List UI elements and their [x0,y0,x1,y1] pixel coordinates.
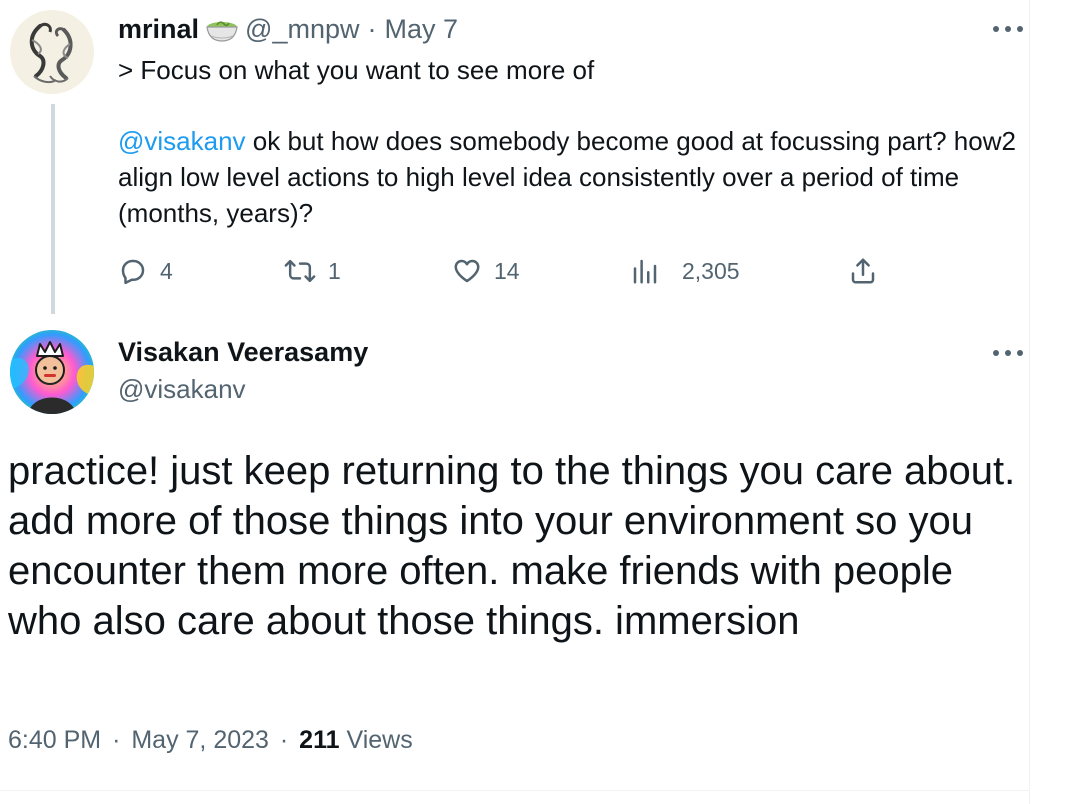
share-icon [851,258,875,284]
column-border [1029,0,1030,804]
mention-link[interactable]: @visakanv [118,126,246,156]
tweet-divider [0,790,1030,791]
author-handle[interactable]: @_mnpw [245,14,359,45]
author-name[interactable]: mrinal [118,14,199,45]
views-button[interactable]: 2,305 [630,252,740,290]
author-handle[interactable]: @visakanv [118,374,246,405]
heart-icon [454,259,480,283]
retweet-count: 1 [328,257,341,284]
more-options-icon[interactable] [993,19,1023,39]
reply-body: @visakanv ok but how does somebody becom… [118,123,1018,231]
like-count: 14 [494,257,520,284]
avatar[interactable] [10,330,94,414]
tweet-date[interactable]: May 7 [384,14,458,45]
separator-dot: · [367,13,377,44]
reply-body-text: ok but how does somebody become good at … [118,126,1016,228]
tweet-actions-bar: 4 1 14 2,305 [118,252,898,290]
analytics-icon [633,259,657,284]
reply-tweet-text: > Focus on what you want to see more of … [118,52,1018,231]
share-button[interactable] [848,252,878,290]
retweet-icon [284,259,316,283]
tweet-time[interactable]: 6:40 PM [8,726,101,754]
main-tweet-text: practice! just keep returning to the thi… [8,449,1016,643]
koi-fish-avatar-icon [10,10,94,94]
tweet-date[interactable]: May 7, 2023 [131,726,269,754]
quote-line: > Focus on what you want to see more of [118,55,595,85]
author-name[interactable]: Visakan Veerasamy [118,337,368,368]
reply-tweet-header: mrinal @_mnpw · May 7 [118,12,458,46]
thread-connector-line [51,104,55,314]
views-label: Views [346,726,413,754]
matcha-bowl-icon [205,14,239,44]
separator-dot: · [112,726,121,754]
like-button[interactable]: 14 [452,252,520,290]
retweet-button[interactable]: 1 [284,252,341,290]
separator-dot: · [279,726,289,754]
views-count: 2,305 [682,257,740,284]
crowned-figure-avatar-icon [10,330,94,414]
views-count[interactable]: 211 [299,726,339,754]
reply-count: 4 [160,257,173,284]
tweet-metadata: 6:40 PM · May 7, 2023 · 211 Views [8,726,413,755]
reply-button[interactable]: 4 [118,252,173,290]
more-options-icon[interactable] [993,343,1023,363]
reply-icon [121,259,145,285]
avatar[interactable] [10,10,94,94]
